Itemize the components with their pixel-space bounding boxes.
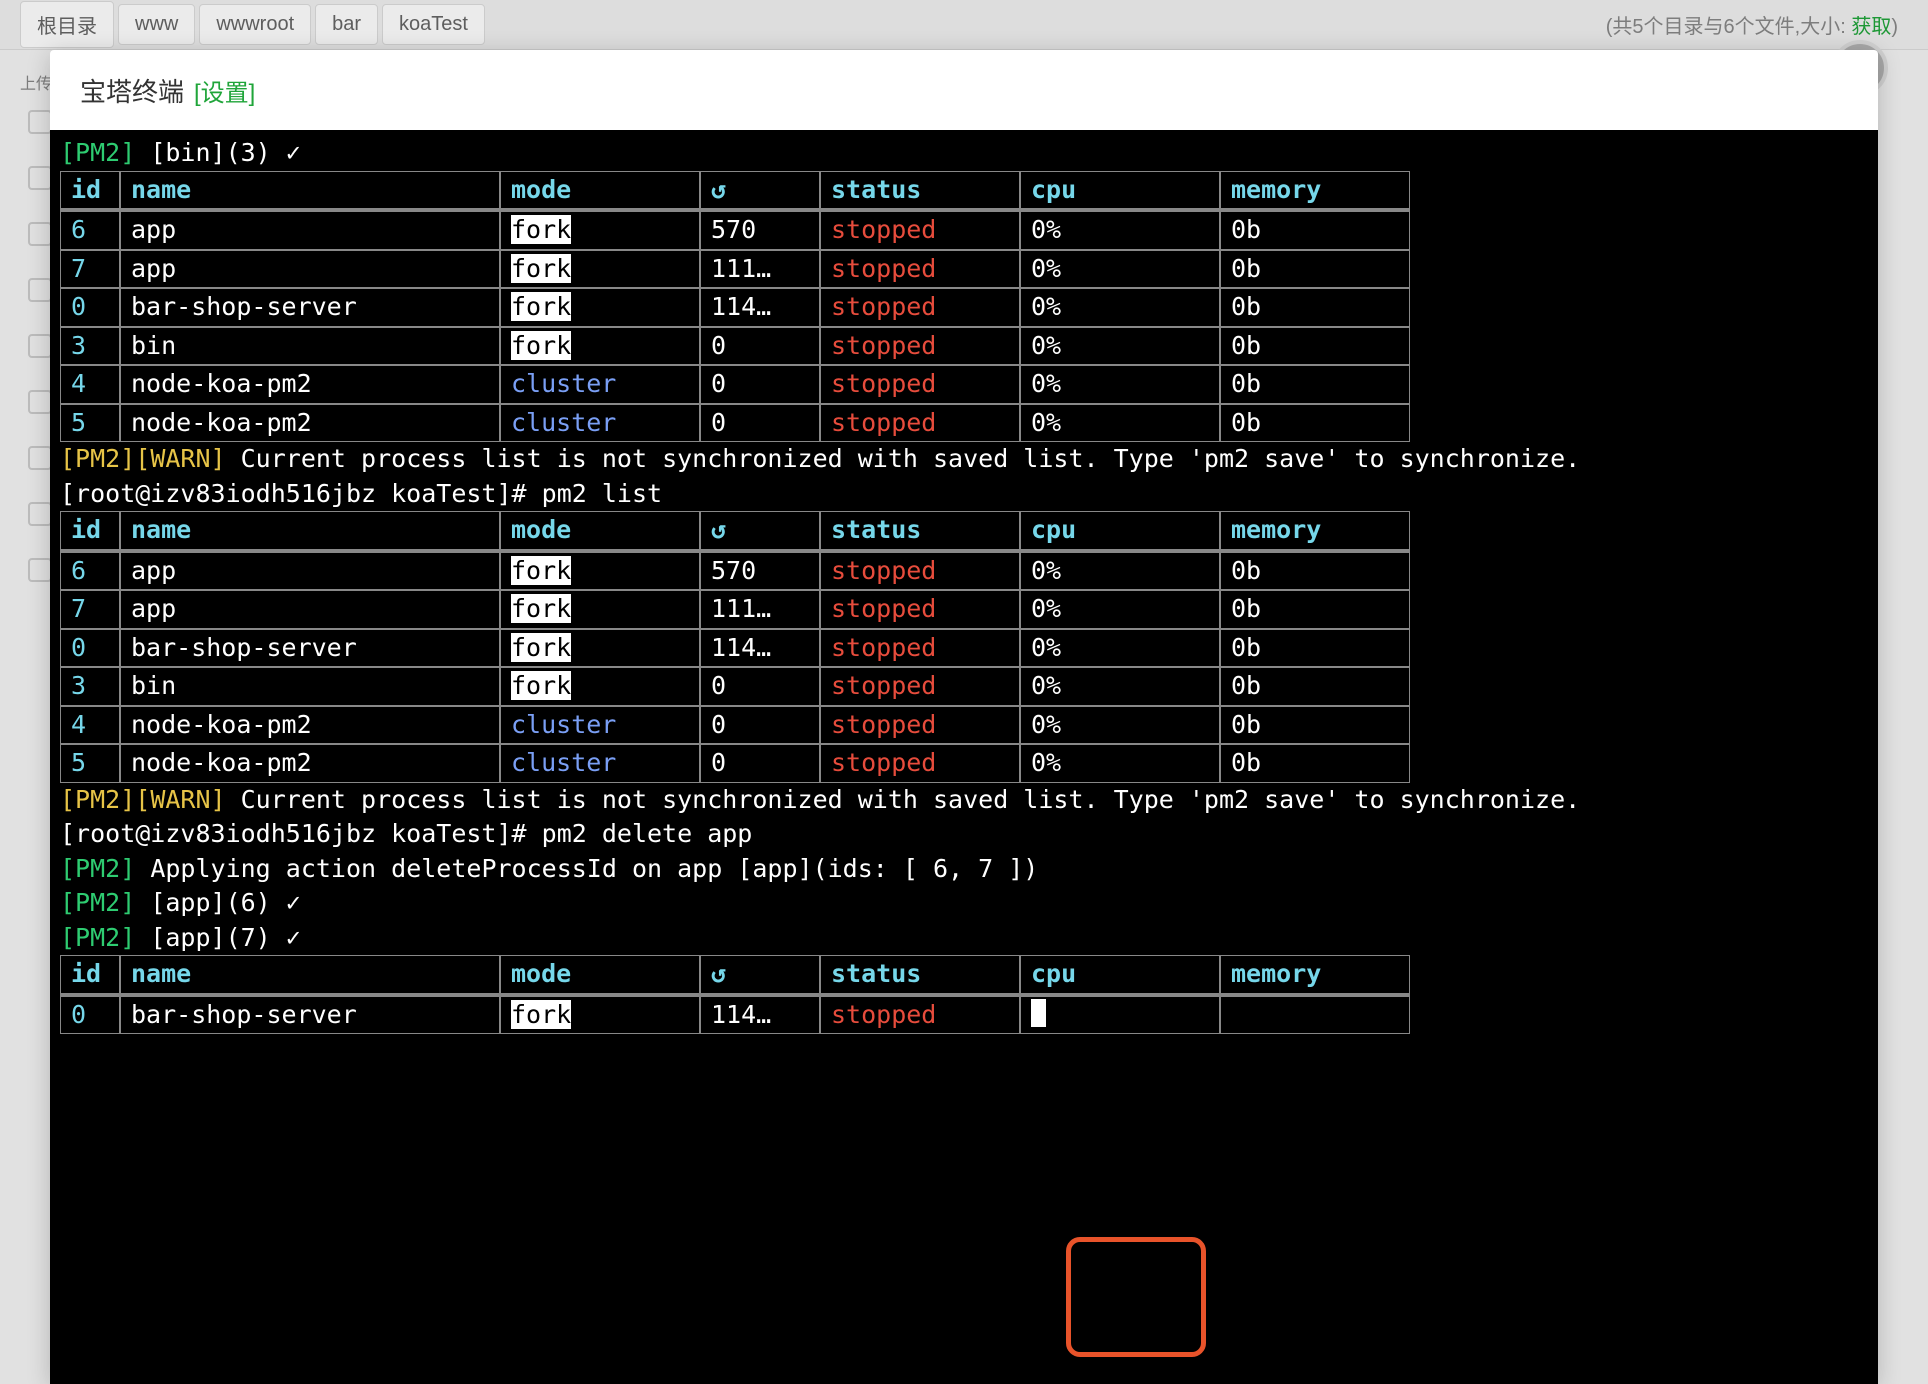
col-mode: mode bbox=[500, 511, 700, 550]
terminal-body[interactable]: [PM2] [bin](3) ✓ idnamemode↺statuscpumem… bbox=[50, 130, 1878, 1384]
col-id: id bbox=[60, 511, 120, 550]
pm2-table: idnamemode↺statuscpumemory0bar-shop-serv… bbox=[60, 955, 1410, 1034]
process-row: 0bar-shop-serverfork114…stopped bbox=[60, 996, 1410, 1035]
process-row: 5node-koa-pm2cluster0stopped0%0b bbox=[60, 744, 1410, 783]
process-row: 0bar-shop-serverfork114…stopped0%0b bbox=[60, 288, 1410, 327]
process-row: 0bar-shop-serverfork114…stopped0%0b bbox=[60, 629, 1410, 668]
col-restarts: ↺ bbox=[700, 511, 820, 550]
col-name: name bbox=[120, 955, 500, 994]
col-memory: memory bbox=[1220, 955, 1410, 994]
col-cpu: cpu bbox=[1020, 171, 1220, 210]
pm2-table: idnamemode↺statuscpumemory6appfork570sto… bbox=[60, 171, 1410, 443]
terminal-modal: 宝塔终端 [设置] [PM2] [bin](3) ✓ idnamemode↺st… bbox=[50, 50, 1878, 1384]
col-id: id bbox=[60, 171, 120, 210]
process-row: 3binfork0stopped0%0b bbox=[60, 327, 1410, 366]
process-row: 7appfork111…stopped0%0b bbox=[60, 590, 1410, 629]
pm2-table: idnamemode↺statuscpumemory6appfork570sto… bbox=[60, 511, 1410, 783]
col-mode: mode bbox=[500, 171, 700, 210]
col-name: name bbox=[120, 171, 500, 210]
col-restarts: ↺ bbox=[700, 955, 820, 994]
col-memory: memory bbox=[1220, 511, 1410, 550]
col-id: id bbox=[60, 955, 120, 994]
process-row: 5node-koa-pm2cluster0stopped0%0b bbox=[60, 404, 1410, 443]
col-memory: memory bbox=[1220, 171, 1410, 210]
col-status: status bbox=[820, 955, 1020, 994]
col-restarts: ↺ bbox=[700, 171, 820, 210]
col-status: status bbox=[820, 511, 1020, 550]
process-row: 6appfork570stopped0%0b bbox=[60, 552, 1410, 591]
modal-title: 宝塔终端 bbox=[80, 72, 184, 109]
terminal-cursor bbox=[1031, 999, 1046, 1027]
process-row: 7appfork111…stopped0%0b bbox=[60, 250, 1410, 289]
col-status: status bbox=[820, 171, 1020, 210]
process-row: 4node-koa-pm2cluster0stopped0%0b bbox=[60, 706, 1410, 745]
col-cpu: cpu bbox=[1020, 955, 1220, 994]
col-name: name bbox=[120, 511, 500, 550]
process-row: 6appfork570stopped0%0b bbox=[60, 211, 1410, 250]
process-row: 4node-koa-pm2cluster0stopped0%0b bbox=[60, 365, 1410, 404]
modal-header: 宝塔终端 [设置] bbox=[50, 50, 1878, 130]
col-cpu: cpu bbox=[1020, 511, 1220, 550]
col-mode: mode bbox=[500, 955, 700, 994]
process-row: 3binfork0stopped0%0b bbox=[60, 667, 1410, 706]
settings-link[interactable]: [设置] bbox=[194, 73, 255, 108]
